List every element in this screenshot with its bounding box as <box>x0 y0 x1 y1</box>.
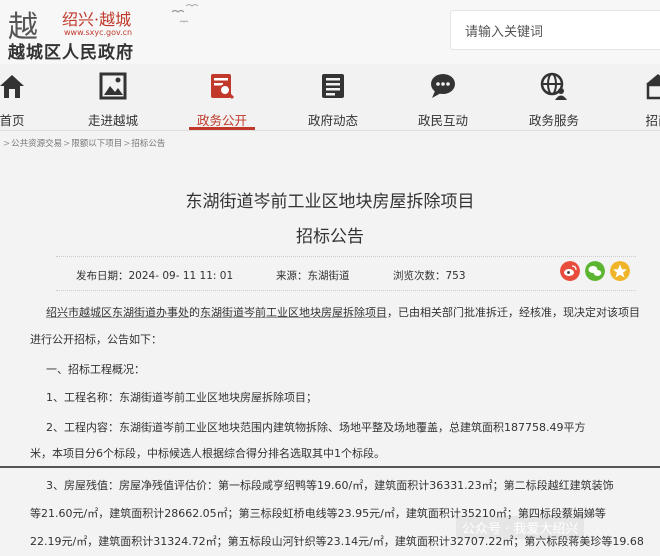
intro-paragraph-cont: 进行公开招标，公告如下： <box>30 333 162 346</box>
news-icon <box>322 74 344 98</box>
logo-url: www.sxyc.gov.cn <box>64 28 133 37</box>
nav-label: 政民互动 <box>417 113 468 128</box>
active-underline <box>189 127 255 130</box>
article-subtitle: 招标公告 <box>296 227 364 247</box>
document-icon <box>211 74 235 100</box>
nav-item-about[interactable]: 走进越城 <box>82 64 144 130</box>
globe-user-icon <box>540 72 567 100</box>
section-heading: 一、招标工程概况： <box>46 363 145 376</box>
nav-item-interaction[interactable]: 政民互动 <box>412 64 474 130</box>
item-project-name: 1、工程名称：东湖街道岑前工业区地块房屋拆除项目； <box>46 391 317 404</box>
view-count: 浏览次数：753 <box>393 270 466 282</box>
nav-item-investment[interactable]: 招商 <box>636 64 660 130</box>
qzone-share-icon[interactable] <box>610 261 630 281</box>
divider <box>56 290 636 291</box>
breadcrumb: >公共资源交易>限额以下项目>招标公告 <box>3 139 166 149</box>
logo-brand[interactable]: 绍兴·越城 <box>62 6 131 30</box>
item-valuation: 3、房屋残值：房屋净残值评估价：第一标段咸亨绍鸭等19.60/㎡，建筑面积计36… <box>46 479 614 492</box>
picture-icon <box>99 72 127 100</box>
birds-decoration-icon <box>171 4 199 23</box>
intro-paragraph: 绍兴市越城区东湖街道办事处的东湖街道岑前工业区地块房屋拆除项目，已由相关部门批准… <box>46 306 640 319</box>
nav-label: 走进越城 <box>87 113 138 128</box>
main-nav: 首页 走进越城 政务公开 政府动态 政民互动 政务服务 招 <box>0 64 660 131</box>
nav-item-services[interactable]: 政务服务 <box>523 64 585 130</box>
nav-label: 首页 <box>0 113 25 128</box>
watermark: 公众号 · 我爱大绍兴 <box>456 516 585 539</box>
divider <box>56 256 636 257</box>
item-scope: 2、工程内容：东湖街道岑前工业区地块范围内建筑物拆除、场地平整及场地覆盖，总建筑… <box>46 421 586 434</box>
chat-icon <box>431 74 455 98</box>
item-scope-cont: 米，本项目分6个标段，中标候选人根据综合得分排名选取其中1个标段。 <box>30 447 385 460</box>
nav-item-gov-affairs[interactable]: 政务公开 <box>189 64 255 130</box>
nav-item-gov-news[interactable]: 政府动态 <box>302 64 364 130</box>
publish-date: 发布日期：2024- 09- 11 11: 01 <box>76 270 234 282</box>
search-input[interactable]: 请输入关键词 <box>450 10 660 50</box>
site-header: 越 绍兴·越城 www.sxyc.gov.cn 越城区人民政府 请输入关键词 <box>0 0 660 64</box>
article-title: 东湖街道岑前工业区地块房屋拆除项目 <box>185 192 475 212</box>
home-icon <box>0 75 24 98</box>
divider <box>0 466 660 468</box>
nav-label: 政务服务 <box>528 113 579 128</box>
nav-label: 招商 <box>645 113 660 128</box>
building-icon <box>646 74 660 100</box>
source: 来源：东湖街道 <box>276 270 350 282</box>
nav-item-home[interactable]: 首页 <box>0 64 40 130</box>
wechat-share-icon[interactable] <box>585 261 605 281</box>
nav-label: 政府动态 <box>307 113 358 128</box>
site-name[interactable]: 越城区人民政府 <box>8 38 134 63</box>
breadcrumb-item[interactable]: 限额以下项目 <box>71 139 122 149</box>
breadcrumb-item[interactable]: 公共资源交易 <box>11 139 62 149</box>
breadcrumb-item[interactable]: 招标公告 <box>131 139 165 149</box>
weibo-share-icon[interactable] <box>560 261 580 281</box>
